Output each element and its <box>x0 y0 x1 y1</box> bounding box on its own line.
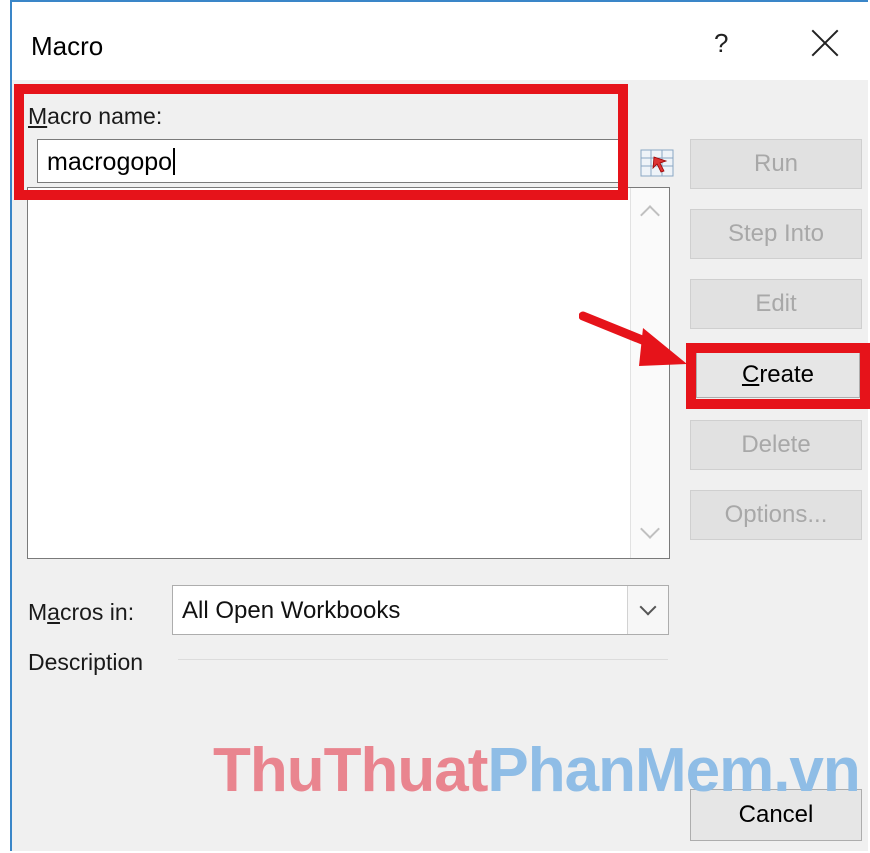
close-icon[interactable] <box>808 26 842 60</box>
watermark-part2: PhanMem.vn <box>487 736 860 805</box>
macros-in-select[interactable]: All Open Workbooks <box>172 585 669 635</box>
macros-in-label-rest: cros in: <box>59 599 135 625</box>
highlight-box-macro-name <box>14 84 628 200</box>
macros-in-label: Macros in: <box>28 599 134 626</box>
description-separator <box>178 659 668 660</box>
list-scrollbar[interactable] <box>630 188 669 558</box>
edit-button[interactable]: Edit <box>690 279 862 329</box>
run-button[interactable]: Run <box>690 139 862 189</box>
dialog-title: Macro <box>31 31 104 61</box>
macros-in-value: All Open Workbooks <box>182 597 401 624</box>
watermark: ThuThuatPhanMem.vn <box>213 740 861 802</box>
highlight-box-create <box>686 343 870 409</box>
delete-button[interactable]: Delete <box>690 420 862 470</box>
step-into-button[interactable]: Step Into <box>690 209 862 259</box>
description-label: Description <box>28 649 144 675</box>
options-button[interactable]: Options... <box>690 490 862 540</box>
arrow-pointer-icon <box>579 311 687 366</box>
macros-in-label-a: M <box>28 599 48 625</box>
macro-picker-icon[interactable] <box>640 149 674 177</box>
macros-in-mnemonic: a <box>47 599 60 625</box>
watermark-part1: ThuThuat <box>213 736 488 805</box>
macro-picker-graphic <box>640 149 674 177</box>
help-button[interactable]: ? <box>714 28 728 59</box>
title-bar: Macro ? <box>12 2 868 80</box>
scroll-down-icon[interactable] <box>640 519 660 539</box>
macro-list[interactable] <box>27 187 670 559</box>
macro-dialog: Macro ? Macro name: macrogopo Run Step I… <box>10 0 870 851</box>
dropdown-arrow-icon[interactable] <box>627 586 668 634</box>
scroll-up-icon[interactable] <box>640 205 660 225</box>
